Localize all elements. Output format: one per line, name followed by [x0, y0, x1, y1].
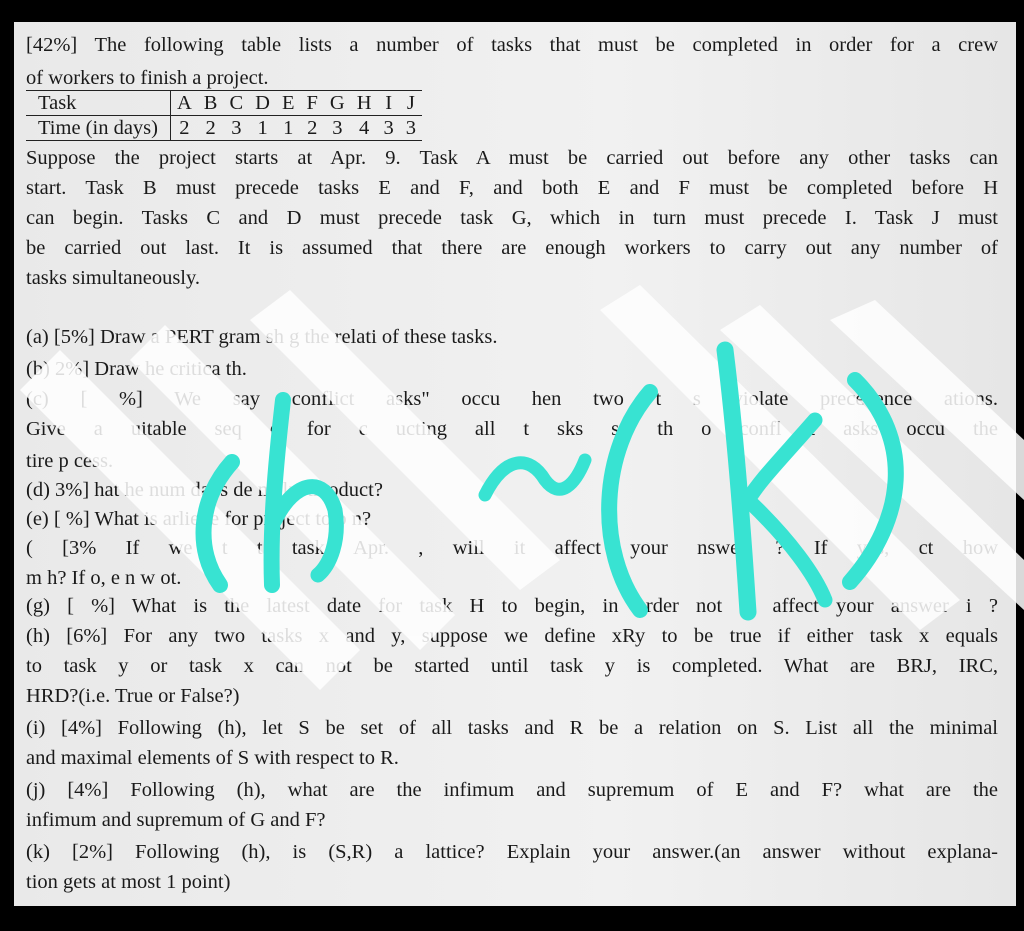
task-cell: G: [323, 90, 351, 116]
question-line: ( [3% If we t t task Apr. , will it affe…: [26, 537, 998, 559]
task-table: Task A B C D E F G H I J Time (in days) …: [26, 90, 423, 141]
time-cell: 3: [332, 117, 343, 139]
time-cell: 3: [231, 117, 242, 139]
intro-line: of workers to finish a project.: [26, 67, 269, 89]
question-line: tion gets at most 1 point): [26, 871, 231, 893]
task-cell: E: [275, 90, 301, 116]
question-line: (k) [2%] Following (h), is (S,R) a latti…: [26, 841, 998, 863]
paragraph-line: start. Task B must precede tasks E and F…: [26, 177, 998, 199]
time-cell: 4: [359, 117, 370, 139]
question-line: HRD?(i.e. True or False?): [26, 685, 240, 707]
paragraph-line: can begin. Tasks C and D must precede ta…: [26, 207, 998, 229]
question-line: (b) 2%] Draw he critica th.: [26, 358, 247, 380]
row-header: Task: [26, 90, 171, 116]
task-cell: C: [223, 90, 250, 116]
paragraph-line: be carried out last. It is assumed that …: [26, 237, 998, 259]
time-cell: 3: [383, 117, 394, 139]
question-line: and maximal elements of S with respect t…: [26, 747, 399, 769]
question-line: (d) 3%] hat he num days de make th oduct…: [26, 479, 383, 501]
photo-frame: [42%] The following table lists a number…: [0, 0, 1024, 931]
table-row-task: Task A B C D E F G H I J: [26, 90, 423, 116]
question-line: (e) [ %] What is arlie te for project to…: [26, 508, 372, 530]
question-line: (j) [4%] Following (h), what are the inf…: [26, 779, 998, 801]
question-line: (h) [6%] For any two tasks x and y, supp…: [26, 625, 998, 647]
time-cell: 1: [283, 117, 294, 139]
question-line: Give a uitable seq e for c ucting all t …: [26, 418, 998, 440]
task-cell: J: [399, 90, 423, 116]
question-line: (a) [5%] Draw a PERT gram sh g the relat…: [26, 326, 498, 348]
time-cell: 2: [205, 117, 216, 139]
task-cell: I: [377, 90, 400, 116]
paragraph-line: tasks simultaneously.: [26, 267, 201, 289]
time-cell: 2: [307, 117, 318, 139]
time-cell: 1: [257, 117, 268, 139]
question-line: m h? If o, e n w ot.: [26, 567, 182, 589]
question-line: to task y or task x can not be started u…: [26, 655, 998, 677]
question-line: (i) [4%] Following (h), let S be set of …: [26, 717, 998, 739]
task-cell: F: [300, 90, 324, 116]
task-cell: A: [170, 90, 198, 116]
intro-line: [42%] The following table lists a number…: [26, 34, 998, 56]
task-cell: H: [350, 90, 378, 116]
question-line: tire p cess.: [26, 450, 114, 472]
task-cell: B: [197, 90, 224, 116]
paragraph-line: Suppose the project starts at Apr. 9. Ta…: [26, 147, 998, 169]
time-cell: 2: [179, 117, 190, 139]
table-row-time: Time (in days) 2 2 3 1 1 2 3 4 3 3: [26, 115, 422, 141]
question-line: (c) [ %] We say conflict asks" occu hen …: [26, 388, 998, 410]
time-cell: 3: [405, 117, 417, 139]
question-line: (g) [ %] What is the latest date for tas…: [26, 595, 998, 617]
question-line: infimum and supremum of G and F?: [26, 809, 326, 831]
row-header: Time (in days): [26, 115, 171, 141]
task-cell: D: [249, 90, 276, 116]
